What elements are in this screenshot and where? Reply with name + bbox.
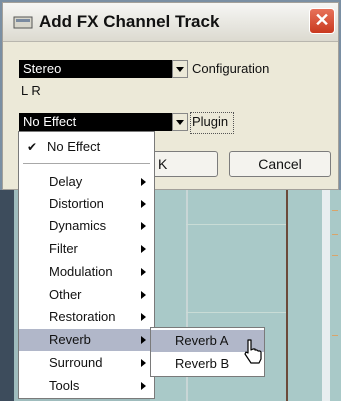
menu-separator — [23, 163, 150, 164]
menu-item-tools[interactable]: Tools — [19, 375, 154, 397]
menu-item-label: Dynamics — [49, 218, 107, 233]
title-bar[interactable]: Add FX Channel Track ✕ — [3, 3, 338, 42]
plugin-select[interactable]: No Effect — [19, 113, 188, 131]
chevron-right-icon — [141, 336, 146, 344]
menu-item-surround[interactable]: Surround — [19, 352, 154, 374]
menu-item-restoration[interactable]: Restoration — [19, 306, 154, 328]
grid-line — [186, 224, 286, 225]
menu-item-label: Distortion — [49, 196, 104, 211]
chevron-right-icon — [141, 359, 146, 367]
event-marker — [332, 335, 338, 336]
menu-item-label: Filter — [49, 241, 78, 256]
menu-item-label: Modulation — [49, 264, 113, 279]
configuration-label: Configuration — [192, 61, 270, 76]
event-marker — [332, 210, 338, 211]
menu-item-label: Restoration — [49, 309, 116, 324]
configuration-value: Stereo — [23, 61, 62, 76]
chevron-right-icon — [141, 268, 146, 276]
chevron-right-icon — [141, 291, 146, 299]
plugin-label: Plugin — [192, 114, 229, 129]
plugin-dropdown-menu: ✔ No Effect Delay Distortion Dynamics Fi… — [18, 131, 155, 399]
track-list-edge — [0, 190, 14, 401]
menu-item-dynamics[interactable]: Dynamics — [19, 215, 154, 237]
menu-item-label: Delay — [49, 174, 83, 189]
menu-item-no-effect[interactable]: ✔ No Effect — [19, 136, 154, 158]
grid-line — [322, 190, 330, 401]
menu-item-label: Surround — [49, 355, 103, 370]
ok-button-label: K — [158, 156, 168, 172]
menu-item-label: Reverb — [49, 332, 91, 347]
cancel-button[interactable]: Cancel — [229, 151, 331, 177]
menu-item-label: No Effect — [47, 139, 101, 154]
project-cursor-line — [286, 190, 288, 401]
chevron-down-icon[interactable] — [172, 60, 188, 78]
event-marker — [332, 234, 338, 235]
menu-item-distortion[interactable]: Distortion — [19, 193, 154, 215]
chevron-right-icon — [141, 178, 146, 186]
chevron-down-icon[interactable] — [172, 113, 188, 131]
menu-item-label: Reverb B — [175, 356, 230, 371]
grid-line — [186, 312, 286, 313]
plugin-value: No Effect — [23, 114, 77, 129]
chevron-right-icon — [141, 222, 146, 230]
configuration-select[interactable]: Stereo — [19, 60, 188, 78]
menu-item-label: Tools — [49, 378, 80, 393]
chevron-right-icon — [141, 200, 146, 208]
chevron-right-icon — [141, 245, 146, 253]
dialog-title: Add FX Channel Track — [39, 12, 220, 31]
close-button[interactable]: ✕ — [309, 8, 335, 34]
channels-label: L R — [21, 83, 41, 98]
menu-item-label: Reverb A — [175, 333, 229, 348]
app-icon — [13, 16, 33, 29]
chevron-right-icon — [141, 382, 146, 390]
menu-item-filter[interactable]: Filter — [19, 238, 154, 260]
menu-item-other[interactable]: Other — [19, 284, 154, 306]
menu-item-delay[interactable]: Delay — [19, 171, 154, 193]
checkmark-icon: ✔ — [27, 140, 38, 154]
menu-item-modulation[interactable]: Modulation — [19, 261, 154, 283]
hand-cursor-icon — [244, 339, 262, 364]
event-marker — [332, 255, 338, 256]
menu-item-label: Other — [49, 287, 82, 302]
chevron-right-icon — [141, 313, 146, 321]
menu-item-reverb[interactable]: Reverb — [19, 329, 154, 351]
